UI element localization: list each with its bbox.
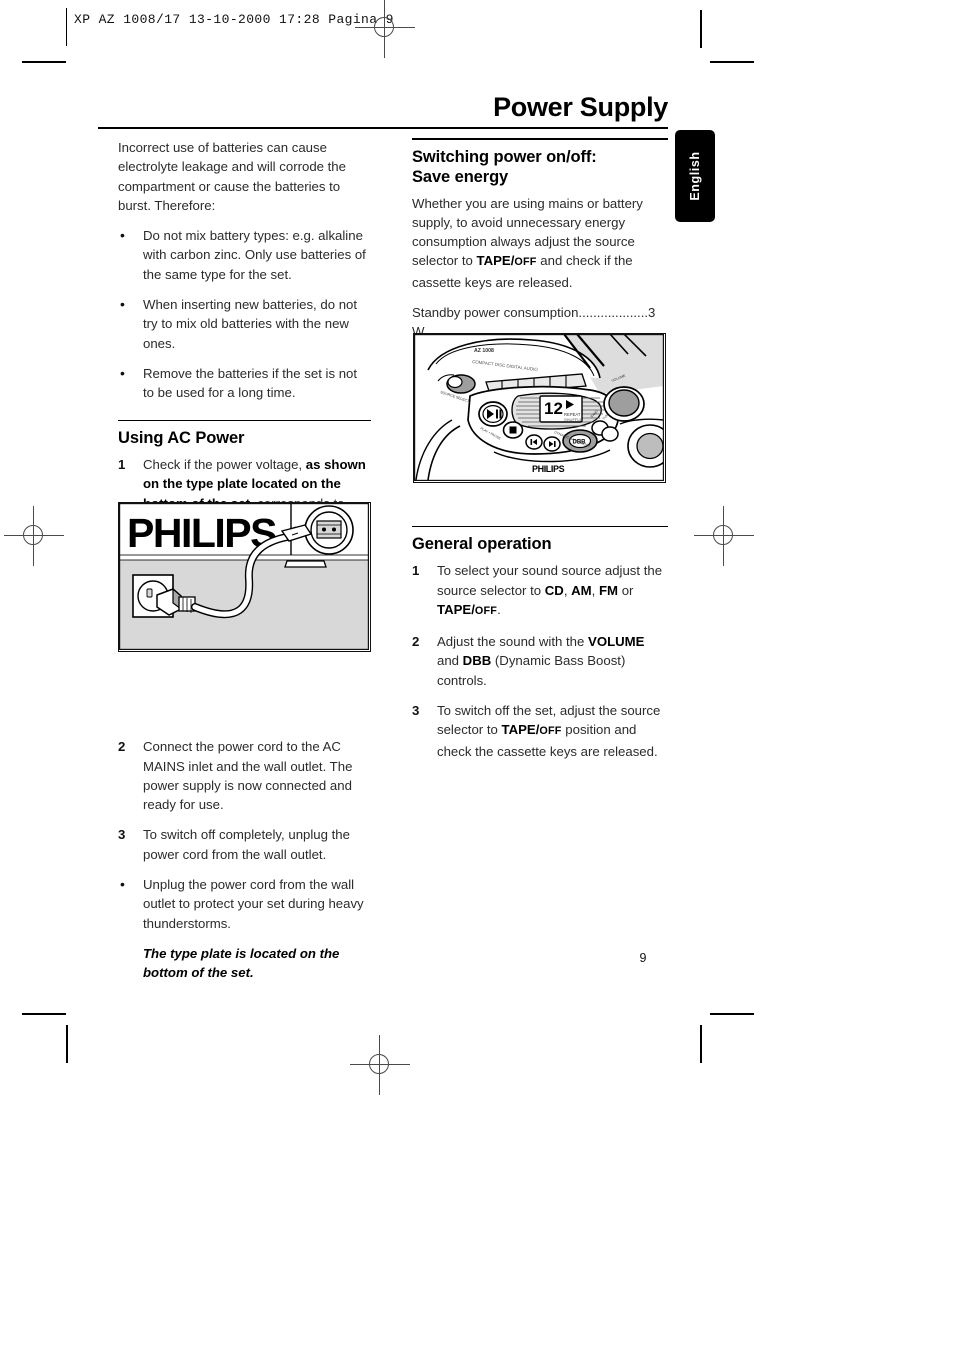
bullet-marker: •	[120, 876, 125, 893]
tape-off-control-label: TAPE/OFF	[437, 602, 497, 617]
play-pause-button[interactable]	[478, 401, 508, 427]
lcd-track-number: 12	[544, 399, 563, 418]
step-text-part-b: or	[618, 582, 634, 598]
step-text-part-c: .	[497, 601, 501, 617]
bullet-marker: •	[120, 227, 125, 244]
general-operation-step-3: 3 To switch off the set, adjust the sourc…	[412, 701, 668, 761]
lcd-display: 12 REPEAT SHUFFLE	[539, 395, 583, 423]
off-label: OFF	[474, 604, 498, 617]
manual-page: Power Supply English Incorrect use of ba…	[0, 0, 954, 1351]
ac-power-connection-figure: PHILIPS	[118, 502, 371, 652]
step-text: Connect the power cord to the AC MAINS i…	[143, 739, 353, 813]
dbb-control-label: DBB	[462, 653, 492, 669]
bullet-marker: •	[120, 364, 125, 381]
tape-label: TAPE/	[501, 722, 540, 738]
step-text-part-a: Adjust the sound with the	[437, 634, 589, 650]
volume-knob[interactable]	[603, 386, 645, 422]
bullet-text: Remove the batteries if the set is not t…	[143, 365, 358, 401]
player-illustration-svg: AZ 1008 COMPACT DISC DIGITAL AUDIO SOURC…	[414, 334, 665, 482]
step-text-part-b: and	[437, 653, 463, 669]
general-operation-heading: General operation	[412, 535, 552, 554]
bullet-text: Do not mix battery types: e.g. alkaline …	[143, 228, 366, 282]
source-cd-label: CD	[544, 582, 564, 598]
type-plate-note: The type plate is located on the bottom …	[118, 944, 371, 983]
bullet-text: When inserting new batteries, do not try…	[143, 297, 358, 351]
page-number: 9	[639, 951, 647, 965]
general-operation-step-1: 1 To select your sound source adjust the …	[412, 561, 668, 621]
source-am-label: AM	[571, 582, 592, 598]
bullet-marker: •	[120, 296, 125, 313]
page-title: Power Supply	[493, 92, 668, 122]
general-operation-rule-top	[412, 525, 668, 528]
step-text-part-a: Check if the power voltage,	[143, 457, 306, 473]
using-ac-power-heading: Using AC Power	[118, 429, 245, 448]
title-divider-rule	[98, 127, 668, 130]
skip-previous-button[interactable]	[525, 434, 543, 450]
lcd-shuffle-label: SHUFFLE	[564, 417, 583, 422]
ac-power-illustration-svg: PHILIPS	[119, 503, 370, 651]
switching-power-rule-top	[412, 138, 668, 140]
tape-off-control-label: TAPE/OFF	[477, 253, 537, 268]
step-marker: 3	[412, 703, 420, 719]
tape-label: TAPE/	[476, 253, 515, 269]
stop-button[interactable]	[502, 421, 524, 439]
battery-intro-paragraph: Incorrect use of batteries can cause ele…	[118, 140, 346, 213]
language-tab-english: English	[675, 130, 715, 222]
source-fm-label: FM	[598, 582, 619, 598]
off-label: OFF	[539, 725, 562, 738]
using-ac-power-rule-top	[118, 419, 371, 422]
standby-leader-dots: ...................	[578, 305, 649, 321]
separator-2: ,	[591, 582, 599, 598]
switching-power-heading: Switching power on/off: Save energy	[412, 147, 668, 187]
ac-power-step-3: 3 To switch off completely, unplug the p…	[118, 825, 371, 864]
tape-off-control-label: TAPE/OFF	[502, 722, 562, 737]
step-marker: 1	[412, 563, 420, 579]
general-operation-step-2: 2 Adjust the sound with the VOLUME and DB…	[412, 632, 668, 690]
philips-wordmark: PHILIPS	[127, 510, 276, 556]
ac-power-bullet: • Unplug the power cord from the wall ou…	[118, 875, 371, 933]
step-marker: 2	[118, 739, 126, 755]
step-marker: 2	[412, 634, 420, 650]
ac-power-step-2: 2 Connect the power cord to the AC MAINS…	[118, 737, 371, 814]
switching-power-heading-line1: Switching power on/off:	[412, 147, 597, 166]
bullet-text: Unplug the power cord from the wall outl…	[143, 877, 364, 931]
philips-brand-label: PHILIPS	[532, 464, 565, 474]
switching-power-paragraph: Whether you are using mains or battery s…	[412, 194, 668, 292]
step-text: To switch off completely, unplug the pow…	[143, 827, 350, 862]
off-label: OFF	[514, 256, 537, 269]
lid-model-text: AZ 1008	[474, 348, 494, 354]
step-marker: 3	[118, 827, 126, 843]
switching-power-heading-line2: Save energy	[412, 167, 509, 186]
note-text: The type plate is located on the bottom …	[143, 945, 340, 981]
volume-control-label: VOLUME	[588, 634, 645, 650]
language-tab-label: English	[688, 151, 702, 201]
step-marker: 1	[118, 457, 126, 473]
battery-bullet-1: • Do not mix battery types: e.g. alkalin…	[118, 226, 371, 284]
battery-bullet-2: • When inserting new batteries, do not t…	[118, 295, 371, 353]
skip-next-button[interactable]	[543, 436, 561, 452]
player-control-panel-figure: AZ 1008 COMPACT DISC DIGITAL AUDIO SOURC…	[413, 333, 666, 483]
tape-label: TAPE/	[437, 601, 475, 617]
battery-bullet-3: • Remove the batteries if the set is not…	[118, 364, 371, 403]
standby-label: Standby power consumption	[412, 305, 579, 321]
